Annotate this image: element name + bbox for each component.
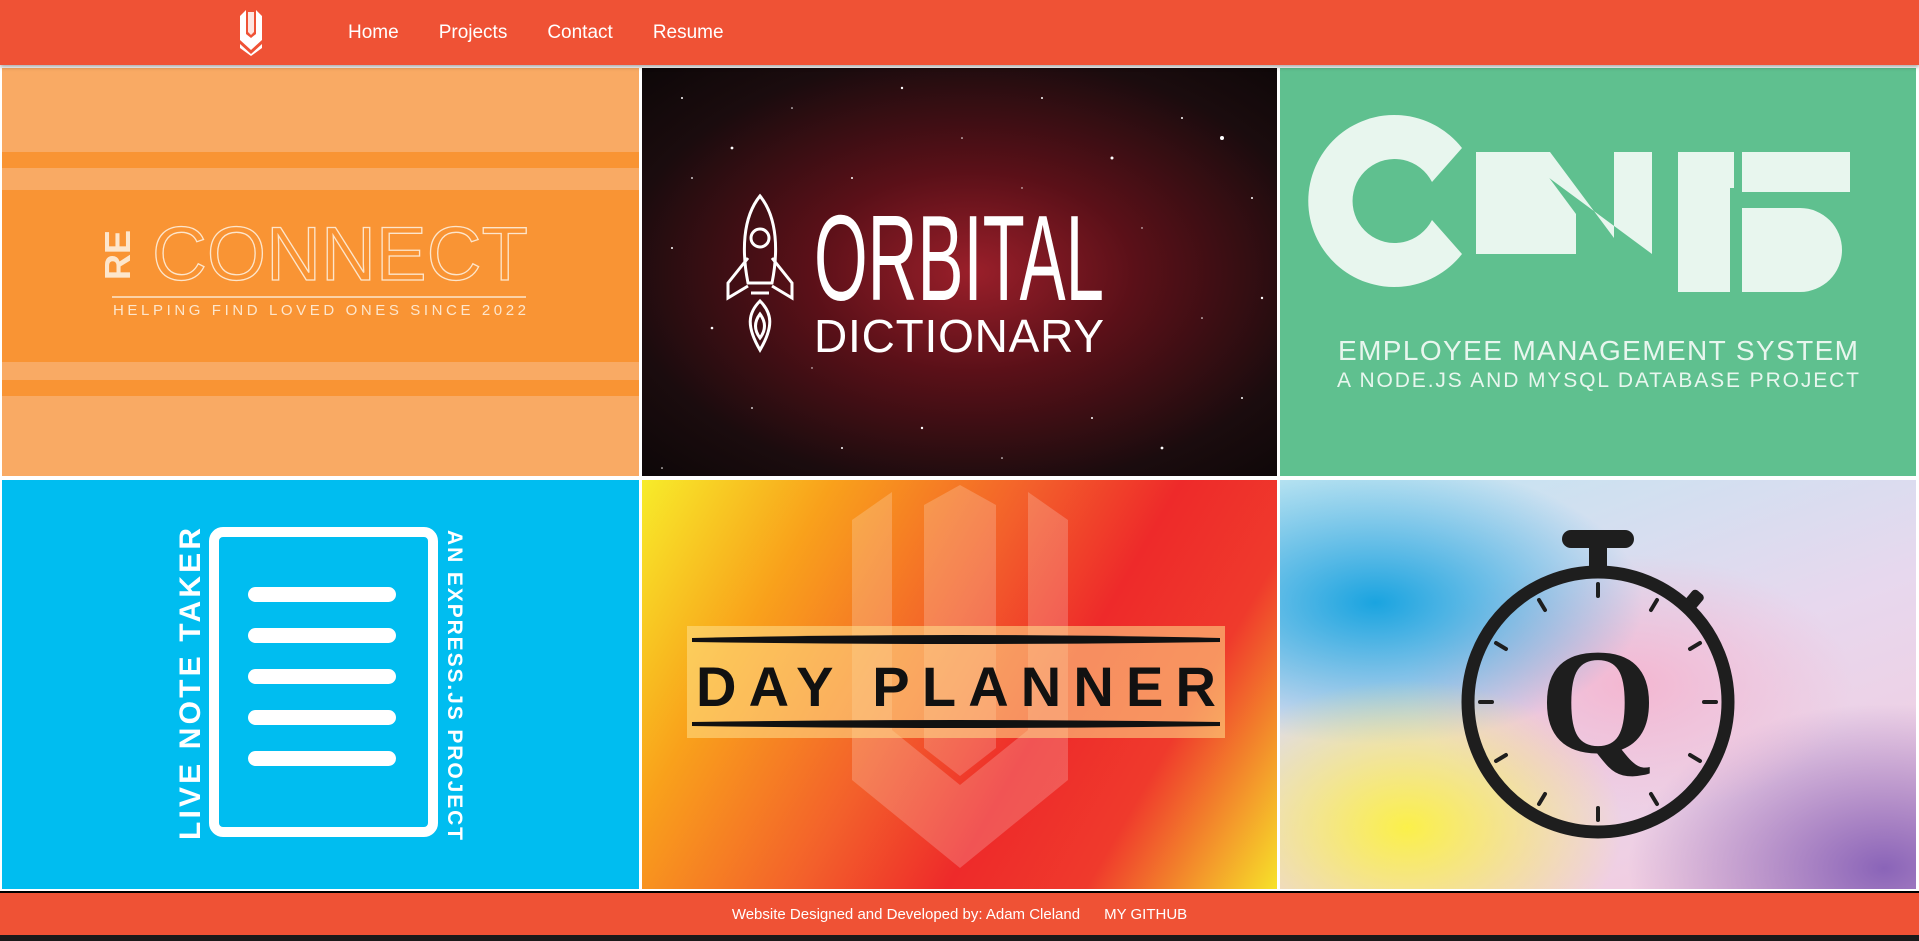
reconnect-logo: RE CONNECT HELPING FIND LOVED ONES SINCE… — [97, 211, 529, 319]
nav-resume-link[interactable]: Resume — [653, 22, 724, 44]
project-tile-dayplanner[interactable]: DAY PLANNER — [642, 480, 1277, 889]
rocket-icon — [726, 193, 794, 353]
reconnect-tagline: HELPING FIND LOVED ONES SINCE 2022 — [113, 302, 526, 319]
project-grid: RE CONNECT HELPING FIND LOVED ONES SINCE… — [0, 65, 1919, 891]
orbital-subtitle: DICTIONARY — [814, 310, 1104, 362]
navbar: Home Projects Contact Resume — [0, 0, 1919, 65]
quiz-letter: Q — [1540, 619, 1657, 785]
main-nav: Home Projects Contact Resume — [348, 0, 764, 65]
shield-chevron-logo-icon[interactable] — [236, 10, 266, 56]
reconnect-prefix: RE — [97, 230, 138, 280]
project-tile-reconnect[interactable]: RE CONNECT HELPING FIND LOVED ONES SINCE… — [2, 68, 639, 476]
github-link[interactable]: MY GITHUB — [1104, 906, 1187, 923]
cms-logo: EMPLOYEE MANAGEMENT SYSTEM A NODE.JS AND… — [1308, 115, 1859, 392]
dayplanner-logo: DAY PLANNER — [687, 485, 1225, 868]
footer-credit: Website Designed and Developed by: Adam … — [731, 905, 1081, 923]
project-tile-orbital[interactable]: ORBITAL DICTIONARY — [642, 68, 1277, 476]
cms-wordmark — [1308, 115, 1850, 292]
dayplanner-title: DAY PLANNER — [696, 655, 1216, 718]
quiz-logo: Q — [1461, 530, 1735, 839]
notepad-icon — [209, 527, 438, 837]
notetaker-left-text: LIVE NOTE TAKER — [174, 528, 207, 840]
footer: Website Designed and Developed by: Adam … — [0, 893, 1919, 935]
nav-home-link[interactable]: Home — [348, 22, 399, 44]
orbital-logo: ORBITAL DICTIONARY — [661, 86, 1264, 469]
cms-tagline: A NODE.JS AND MYSQL DATABASE PROJECT — [1337, 369, 1859, 392]
notetaker-logo: LIVE NOTE TAKER AN EXPRESS.JS PROJECT — [174, 527, 466, 840]
orbital-title: ORBITAL — [814, 190, 1104, 326]
cms-subtitle: EMPLOYEE MANAGEMENT SYSTEM — [1338, 335, 1858, 366]
project-tile-cms[interactable]: EMPLOYEE MANAGEMENT SYSTEM A NODE.JS AND… — [1280, 68, 1916, 476]
reconnect-title: CONNECT — [152, 212, 528, 297]
banner-stroke-bottom — [692, 720, 1220, 728]
project-tile-notetaker[interactable]: LIVE NOTE TAKER AN EXPRESS.JS PROJECT — [2, 480, 639, 889]
nav-contact-link[interactable]: Contact — [547, 22, 612, 44]
notetaker-right-text: AN EXPRESS.JS PROJECT — [443, 530, 466, 840]
page-bottom-edge — [0, 935, 1919, 941]
nav-projects-link[interactable]: Projects — [439, 22, 508, 44]
project-tile-quiz[interactable]: Q — [1280, 480, 1916, 889]
